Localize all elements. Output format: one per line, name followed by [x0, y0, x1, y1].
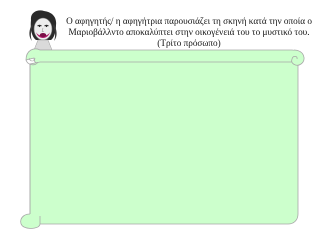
parchment-scroll [20, 48, 305, 229]
